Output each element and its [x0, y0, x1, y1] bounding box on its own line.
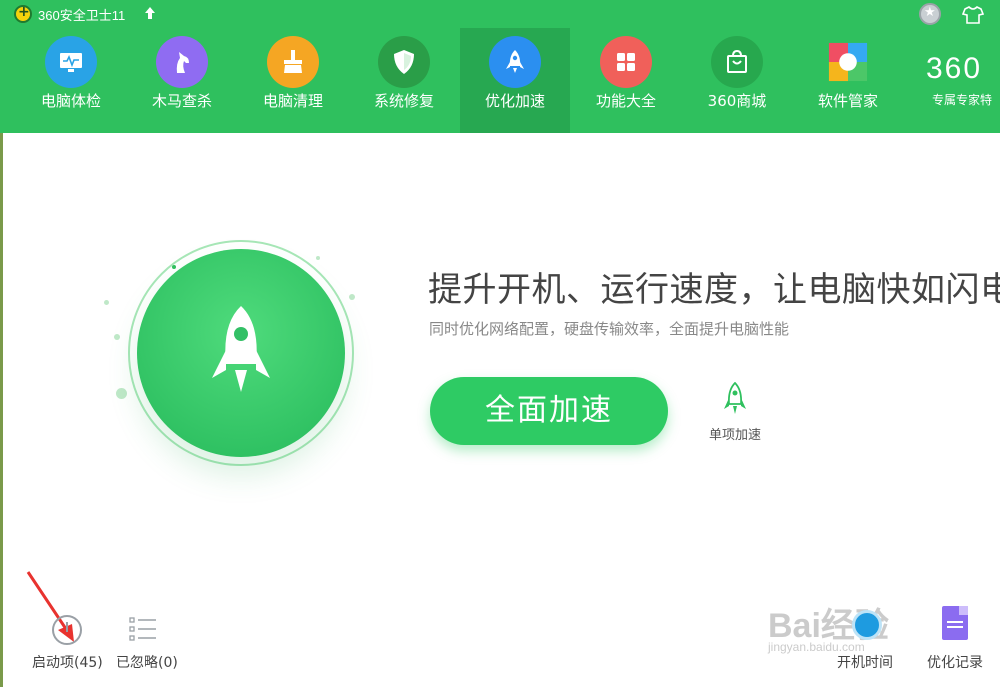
monitor-icon	[45, 36, 97, 88]
optimize-record-icon[interactable]	[942, 606, 968, 640]
shield-icon	[378, 36, 430, 88]
rocket-icon	[212, 306, 270, 392]
rocket-icon	[489, 36, 541, 88]
app-logo-icon	[14, 4, 32, 23]
title-bar: 360安全卫士11	[0, 0, 1000, 28]
subheadline: 同时优化网络配置，硬盘传输效率，全面提升电脑性能	[429, 320, 790, 338]
shopping-bag-icon	[711, 36, 763, 88]
boot-time-label[interactable]: 开机时间	[837, 652, 893, 672]
ignored-list-icon[interactable]	[129, 616, 157, 642]
startup-items-label[interactable]: 启动项(45)	[32, 652, 103, 672]
header-bar: 360安全卫士11 电脑体检 木马查杀 电脑清理	[0, 0, 1000, 133]
software-icon	[822, 36, 874, 88]
nav-item-all-features[interactable]: 功能大全	[571, 28, 681, 133]
app-title: 360安全卫士11	[38, 8, 126, 23]
nav-label: 木马查杀	[151, 92, 212, 110]
nav-item-software-manager[interactable]: 软件管家	[793, 28, 903, 133]
nav-label: 软件管家	[817, 92, 878, 110]
left-edge-line	[0, 133, 3, 687]
single-accelerate-label: 单项加速	[708, 428, 761, 443]
nav-label: 系统修复	[373, 92, 434, 110]
full-accelerate-button[interactable]: 全面加速	[430, 377, 668, 445]
nav-item-360-store[interactable]: 360商城	[682, 28, 792, 133]
boot-time-icon[interactable]	[852, 610, 882, 640]
decor-dot	[114, 334, 120, 340]
single-accelerate-button[interactable]: 单项加速	[700, 382, 770, 444]
nav-item-pc-cleanup[interactable]: 电脑清理	[238, 28, 348, 133]
nav-label: 优化加速	[484, 92, 545, 110]
nav-label: 功能大全	[595, 92, 656, 110]
nav-label: 360商城	[707, 92, 767, 110]
broom-icon	[267, 36, 319, 88]
nav-item-pc-checkup[interactable]: 电脑体检	[16, 28, 126, 133]
startup-items-icon[interactable]	[52, 615, 82, 645]
ignored-items-label[interactable]: 已忽略(0)	[116, 652, 178, 672]
skin-shirt-icon[interactable]	[962, 5, 984, 25]
brand-subtitle[interactable]: 专属专家特	[932, 91, 992, 108]
decor-dot	[349, 294, 355, 300]
decor-dot	[116, 388, 127, 399]
optimize-record-label[interactable]: 优化记录	[927, 652, 983, 672]
decor-dot	[316, 256, 320, 260]
grid-icon	[600, 36, 652, 88]
headline: 提升开机、运行速度，让电脑快如闪电	[428, 270, 1000, 310]
small-rocket-icon	[724, 382, 746, 414]
nav-item-optimize-speed[interactable]: 优化加速	[460, 28, 570, 133]
horse-icon	[156, 36, 208, 88]
nav-label: 电脑体检	[40, 92, 101, 110]
main-nav: 电脑体检 木马查杀 电脑清理 系统修复 优化加速 功能大全 360商城 软件管家…	[0, 28, 1000, 133]
upgrade-arrow-icon[interactable]	[144, 6, 156, 20]
nav-label: 电脑清理	[262, 92, 323, 110]
decor-dot	[104, 300, 109, 305]
medal-icon[interactable]	[919, 3, 941, 25]
brand-mark: 360	[926, 52, 983, 85]
nav-item-system-repair[interactable]: 系统修复	[349, 28, 459, 133]
nav-item-trojan-scan[interactable]: 木马查杀	[127, 28, 237, 133]
